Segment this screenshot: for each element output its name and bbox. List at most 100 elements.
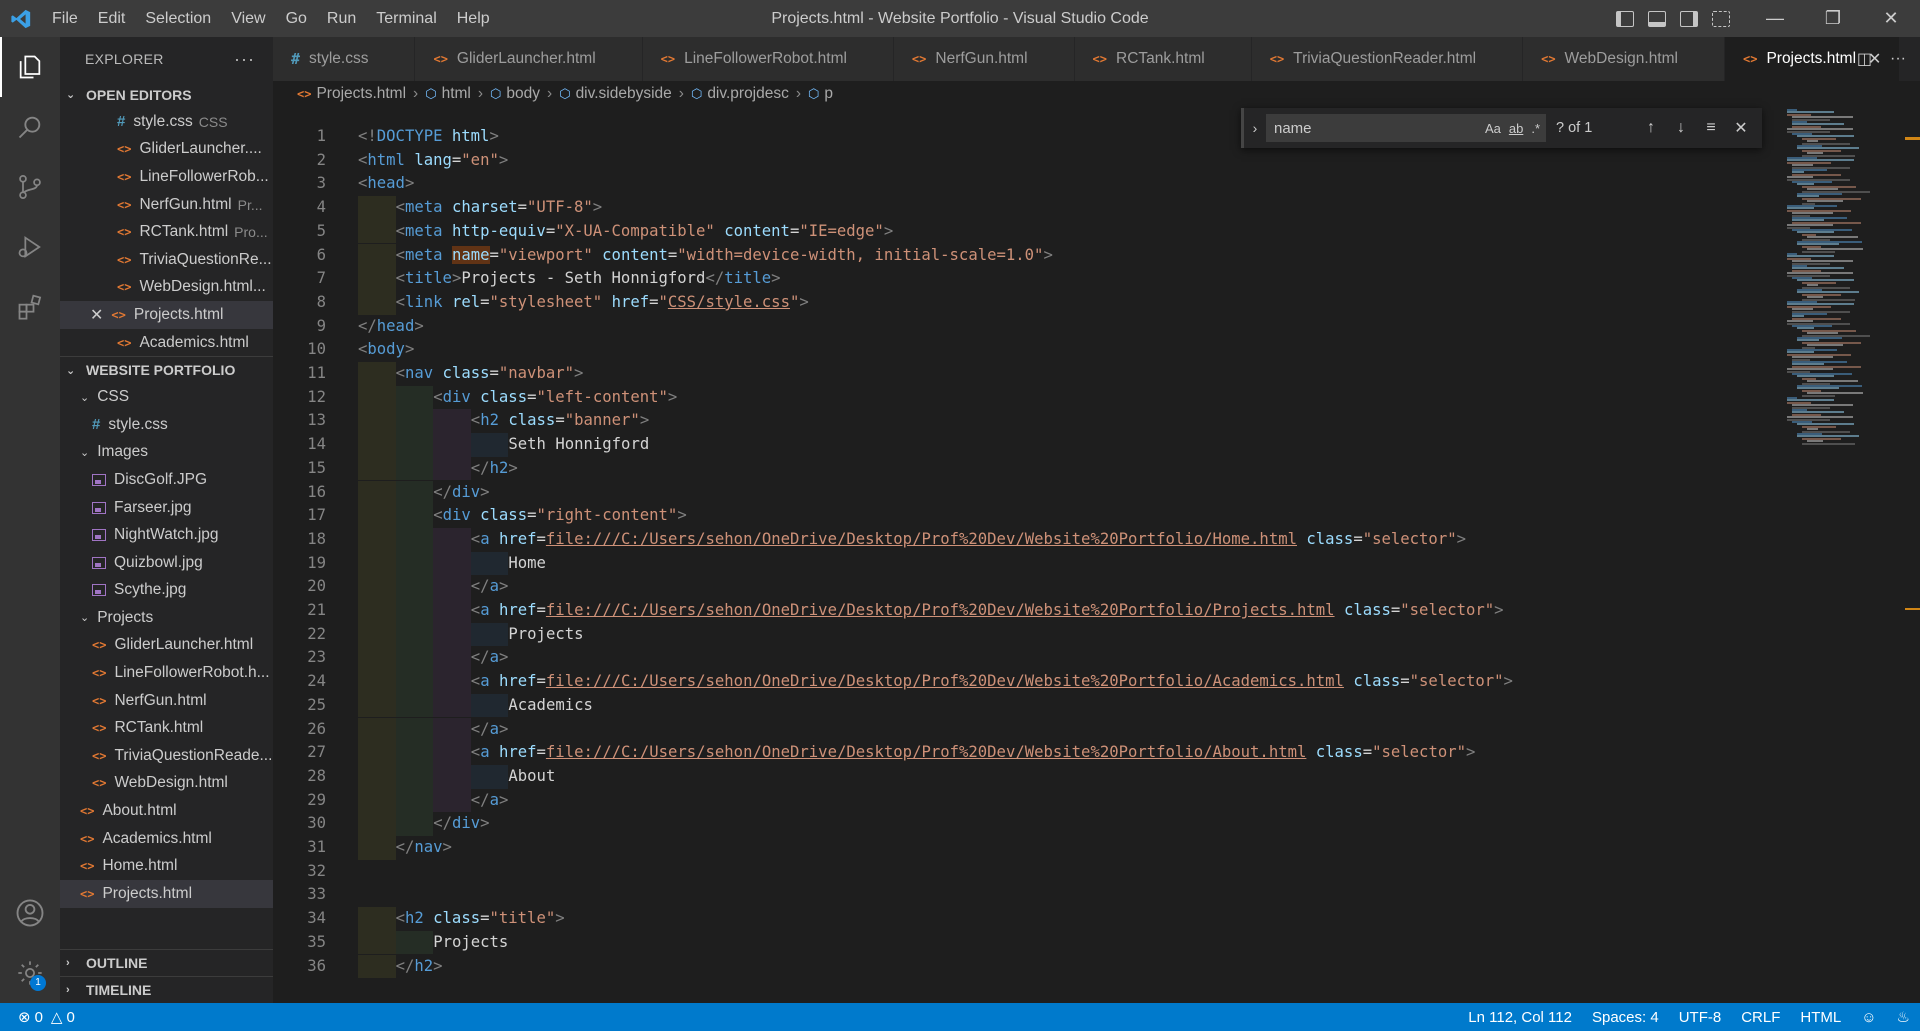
more-actions-icon[interactable]: ···: [234, 49, 255, 70]
open-editor-item[interactable]: <> RCTank.html Pro...: [60, 218, 273, 246]
open-editor-item[interactable]: <> WebDesign.html...: [60, 274, 273, 302]
html-file-icon: <>: [92, 693, 107, 708]
menu-item-selection[interactable]: Selection: [135, 0, 221, 37]
menu-item-terminal[interactable]: Terminal: [366, 0, 446, 37]
open-editor-item[interactable]: <> NerfGun.html Pr...: [60, 191, 273, 219]
file-item[interactable]: <> GliderLauncher.html: [60, 632, 273, 660]
breadcrumb-item[interactable]: ⬡ html: [425, 85, 471, 103]
open-editor-item[interactable]: <> GliderLauncher....: [60, 136, 273, 164]
breadcrumb-item[interactable]: ⬡ div.sidebyside: [559, 85, 672, 103]
open-editor-item[interactable]: <> Academics.html: [60, 329, 273, 357]
code-token: lang: [414, 150, 452, 169]
code-token: class: [1315, 743, 1363, 762]
html-file-icon: <>: [117, 169, 132, 184]
use-regex-button[interactable]: .*: [1531, 121, 1540, 136]
menu-item-file[interactable]: File: [42, 0, 88, 37]
open-editor-item[interactable]: <> TriviaQuestionRe...: [60, 246, 273, 274]
file-item[interactable]: <> RCTank.html: [60, 714, 273, 742]
source-control-icon[interactable]: [0, 157, 60, 217]
find-in-selection-icon[interactable]: ≡: [1696, 119, 1726, 137]
workspace-section[interactable]: ⌄ WEBSITE PORTFOLIO: [60, 356, 273, 383]
end-of-line[interactable]: CRLF: [1731, 1009, 1790, 1026]
close-window-icon[interactable]: ✕: [1862, 0, 1920, 37]
search-icon[interactable]: [0, 97, 60, 157]
notifications-bell-icon[interactable]: ♨: [1887, 1008, 1920, 1026]
file-item[interactable]: NightWatch.jpg: [60, 521, 273, 549]
customize-layout-icon[interactable]: [1712, 10, 1730, 27]
feedback-icon[interactable]: ☺: [1851, 1009, 1886, 1026]
menu-item-help[interactable]: Help: [447, 0, 500, 37]
tab-style[interactable]: # style.css: [273, 37, 416, 81]
menu-item-view[interactable]: View: [221, 0, 275, 37]
open-editor-item[interactable]: # style.css CSS: [60, 108, 273, 136]
explorer-icon[interactable]: [0, 37, 60, 97]
menu-item-run[interactable]: Run: [317, 0, 366, 37]
split-editor-icon[interactable]: ◫: [1857, 49, 1872, 69]
tab-webdesign[interactable]: <> WebDesign.html: [1523, 37, 1725, 81]
tab-nerfgun[interactable]: <> NerfGun.html: [893, 37, 1075, 81]
file-item[interactable]: <> TriviaQuestionReade...: [60, 742, 273, 770]
file-item[interactable]: <> WebDesign.html: [60, 770, 273, 798]
file-item[interactable]: Quizbowl.jpg: [60, 549, 273, 577]
outline-section[interactable]: › OUTLINE: [60, 949, 273, 976]
restore-icon[interactable]: ❐: [1804, 0, 1862, 37]
problems-indicator[interactable]: ⊗ 0 △ 0: [0, 1008, 75, 1027]
file-item[interactable]: Scythe.jpg: [60, 577, 273, 605]
minimize-icon[interactable]: —: [1746, 0, 1804, 37]
breadcrumb-item[interactable]: <> Projects.html: [297, 85, 406, 103]
menu-item-go[interactable]: Go: [276, 0, 317, 37]
folder-item[interactable]: ⌄ CSS: [60, 383, 273, 411]
next-match-icon[interactable]: ↓: [1666, 119, 1696, 137]
open-editor-item[interactable]: <> LineFollowerRob...: [60, 163, 273, 191]
html-file-icon: <>: [92, 666, 107, 681]
run-debug-icon[interactable]: [0, 217, 60, 277]
toggle-secondary-sidebar-icon[interactable]: [1680, 10, 1698, 27]
tab-rctank[interactable]: <> RCTank.html: [1074, 37, 1252, 81]
file-item[interactable]: # style.css: [60, 411, 273, 439]
indentation[interactable]: Spaces: 4: [1582, 1009, 1669, 1026]
file-item[interactable]: <> Home.html: [60, 852, 273, 880]
tab-linefollowerrobot[interactable]: <> LineFollowerRobot.html: [642, 37, 894, 81]
more-actions-icon[interactable]: ···: [1890, 50, 1906, 68]
file-item[interactable]: <> LineFollowerRobot.h...: [60, 659, 273, 687]
toggle-panel-icon[interactable]: [1648, 10, 1666, 27]
file-item[interactable]: <> Projects.html: [60, 880, 273, 908]
previous-match-icon[interactable]: ↑: [1636, 119, 1666, 137]
file-name: NightWatch.jpg: [114, 526, 219, 544]
toggle-replace-icon[interactable]: ›: [1244, 120, 1266, 136]
folder-item[interactable]: ⌄ Images: [60, 439, 273, 467]
toggle-sidebar-icon[interactable]: [1616, 10, 1634, 27]
extensions-icon[interactable]: [0, 277, 60, 337]
file-item[interactable]: <> NerfGun.html: [60, 687, 273, 715]
line-number: 8: [316, 292, 326, 311]
encoding[interactable]: UTF-8: [1669, 1009, 1732, 1026]
breadcrumb-item[interactable]: ⬡ div.projdesc: [691, 85, 789, 103]
open-editors-section[interactable]: ⌄ OPEN EDITORS: [60, 81, 273, 108]
close-find-icon[interactable]: ✕: [1726, 118, 1756, 138]
find-input[interactable]: name Aa ab .*: [1266, 114, 1546, 142]
folder-item[interactable]: ⌄ Projects: [60, 604, 273, 632]
match-whole-word-button[interactable]: ab: [1509, 121, 1523, 136]
chevron-down-icon: ⌄: [66, 364, 76, 377]
open-editor-name: style.css: [133, 112, 193, 130]
breadcrumb-item[interactable]: ⬡ p: [808, 85, 833, 103]
accounts-icon[interactable]: [0, 883, 60, 943]
breadcrumb-item[interactable]: ⬡ body: [490, 85, 540, 103]
tab-triviaquestionreader[interactable]: <> TriviaQuestionReader.html: [1251, 37, 1524, 81]
manage-gear-icon[interactable]: 1: [0, 943, 60, 1003]
timeline-section[interactable]: › TIMELINE: [60, 976, 273, 1003]
menu-item-edit[interactable]: Edit: [88, 0, 136, 37]
minimap[interactable]: [1785, 107, 1905, 1003]
close-editor-icon[interactable]: ✕: [90, 305, 103, 325]
code-editor[interactable]: 1 <!DOCTYPE html> 2 <html lang="en"> 3 <head>…: [273, 107, 1773, 1003]
language-mode[interactable]: HTML: [1790, 1009, 1851, 1026]
code-token: =: [1400, 672, 1410, 691]
open-editor-item[interactable]: ✕ <> Projects.html: [60, 301, 273, 329]
file-item[interactable]: <> About.html: [60, 797, 273, 825]
file-item[interactable]: Farseer.jpg: [60, 494, 273, 522]
cursor-position[interactable]: Ln 112, Col 112: [1458, 1009, 1582, 1026]
tab-gliderlauncher[interactable]: <> GliderLauncher.html: [415, 37, 643, 81]
file-item[interactable]: <> Academics.html: [60, 825, 273, 853]
file-item[interactable]: DiscGolf.JPG: [60, 466, 273, 494]
match-case-button[interactable]: Aa: [1485, 121, 1501, 136]
